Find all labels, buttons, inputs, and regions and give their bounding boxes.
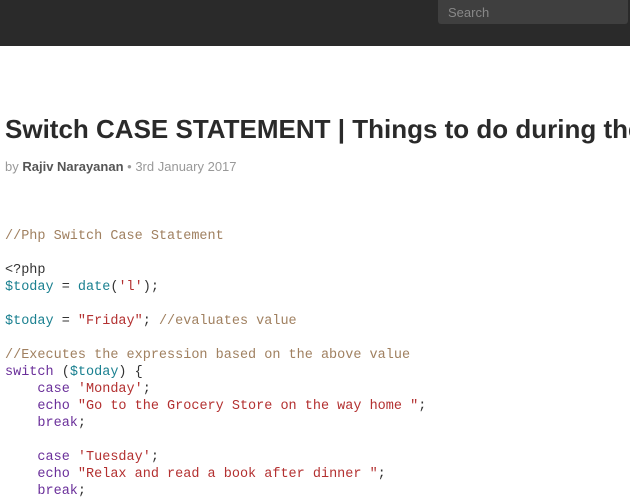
post-content: Switch CASE STATEMENT | Things to do dur… <box>0 114 630 500</box>
code-string: 'l' <box>118 280 142 295</box>
code-string: 'Monday' <box>78 382 143 397</box>
code-comment: //Executes the expression based on the a… <box>5 348 410 363</box>
post-author[interactable]: Rajiv Narayanan <box>22 159 123 174</box>
code-keyword: echo <box>37 399 69 414</box>
code-var: $today <box>5 314 54 329</box>
post-title: Switch CASE STATEMENT | Things to do dur… <box>5 114 625 145</box>
code-string: "Go to the Grocery Store on the way home… <box>78 399 418 414</box>
search-input[interactable] <box>438 0 630 24</box>
code-string: "Friday" <box>78 314 143 329</box>
site-header: All <box>0 0 630 46</box>
code-string: "Relax and read a book after dinner " <box>78 467 378 482</box>
code-comment: //Php Switch Case Statement <box>5 229 224 244</box>
code-func: date <box>78 280 110 295</box>
code-string: 'Tuesday' <box>78 450 151 465</box>
by-label: by <box>5 159 19 174</box>
code-var: $today <box>5 280 54 295</box>
code-keyword: case <box>37 450 69 465</box>
code-keyword: switch <box>5 365 54 380</box>
code-php-open: <?php <box>5 263 46 278</box>
code-var: $today <box>70 365 119 380</box>
code-keyword: break <box>37 416 78 431</box>
post-meta: by Rajiv Narayanan • 3rd January 2017 <box>5 159 625 174</box>
search-box: All <box>438 0 628 24</box>
post-date: 3rd January 2017 <box>135 159 236 174</box>
code-keyword: case <box>37 382 69 397</box>
code-block: //Php Switch Case Statement <?php $today… <box>5 228 625 500</box>
code-keyword: echo <box>37 467 69 482</box>
code-comment: //evaluates value <box>159 314 297 329</box>
code-keyword: break <box>37 484 78 499</box>
